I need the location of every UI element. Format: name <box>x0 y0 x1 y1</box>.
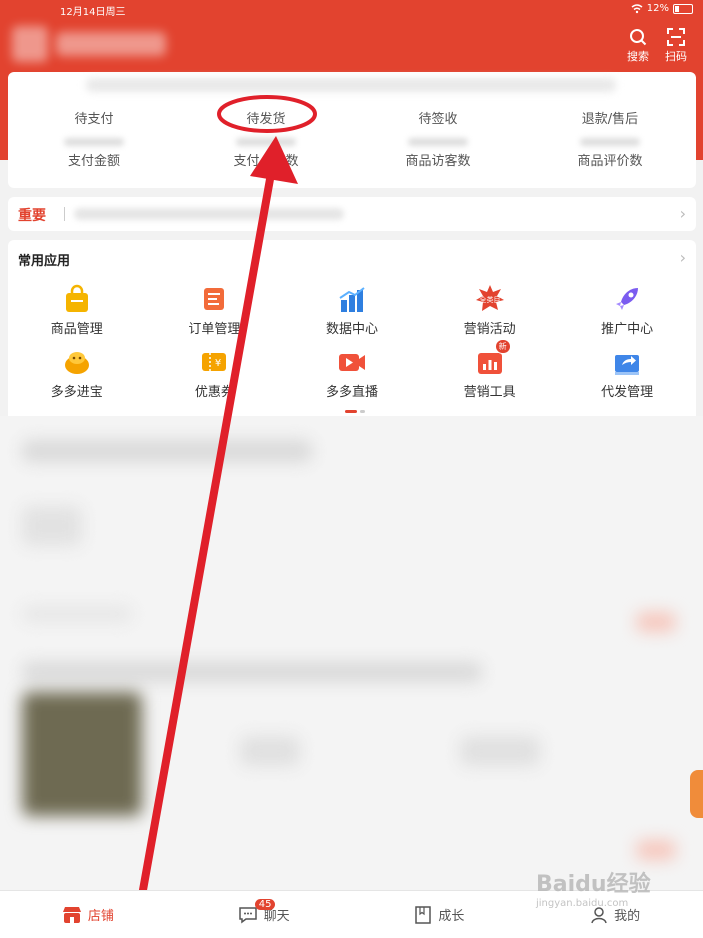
scan-button[interactable]: 扫码 <box>665 26 687 64</box>
search-label: 搜索 <box>627 50 649 63</box>
app-promotion-center[interactable]: 推广中心 <box>558 284 696 337</box>
app-label: 营销活动 <box>463 322 516 337</box>
baidu-watermark: Baidu经验 jingyan.baidu.com <box>536 872 651 909</box>
chevron-right-icon[interactable]: › <box>680 248 686 267</box>
app-dropship-management[interactable]: 代发管理 <box>558 347 696 400</box>
stat-pending-shipment[interactable]: 待发货 <box>180 108 352 127</box>
app-label: 多多进宝 <box>50 385 103 400</box>
shopping-bag-icon <box>62 284 92 314</box>
tab-chat[interactable]: 45 聊天 <box>176 891 352 938</box>
rocket-icon <box>612 284 642 314</box>
coupon-icon: ¥ <box>199 347 229 377</box>
tab-growth[interactable]: 成长 <box>352 891 528 938</box>
stat-refund-aftersale[interactable]: 退款/售后 <box>524 108 696 127</box>
common-apps-card: 常用应用 › 商品管理 订单管理 数据中心 全类目 营销活动 推广中心 多多进宝… <box>8 240 696 416</box>
search-button[interactable]: 搜索 <box>627 26 649 64</box>
tab-store[interactable]: 店铺 <box>0 891 176 938</box>
shop-name <box>56 32 166 56</box>
scan-label: 扫码 <box>665 50 687 63</box>
app-duoduo-live[interactable]: 多多直播 <box>283 347 421 400</box>
app-label: 数据中心 <box>325 322 378 337</box>
apps-grid: 商品管理 订单管理 数据中心 全类目 营销活动 推广中心 多多进宝 ¥ 优惠券 … <box>8 284 696 400</box>
shop-metrics-row: 支付金额 支付 数 商品访客数 商品评价数 <box>8 138 696 169</box>
app-duoduo-jinbao[interactable]: 多多进宝 <box>8 347 146 400</box>
app-marketing-activities[interactable]: 全类目 营销活动 <box>421 284 559 337</box>
blurred-counts <box>86 78 616 92</box>
new-badge: 新 <box>494 339 511 354</box>
app-label: 营销工具 <box>463 385 516 400</box>
metric-product-reviews[interactable]: 商品评价数 <box>524 138 696 169</box>
book-icon <box>415 905 432 924</box>
side-float-tab[interactable] <box>690 770 703 818</box>
notice-text-blurred <box>74 208 344 220</box>
apps-title: 常用应用 <box>18 254 71 269</box>
app-order-management[interactable]: 订单管理 <box>146 284 284 337</box>
shop-avatar[interactable] <box>12 26 48 62</box>
treasure-icon <box>62 347 92 377</box>
status-bar: 12月14日周三 12% <box>0 0 703 18</box>
battery-percent: 12% <box>646 3 669 14</box>
chevron-right-icon: › <box>679 204 686 223</box>
important-notice-bar[interactable]: 重要 › <box>8 197 696 231</box>
app-label: 推广中心 <box>601 322 654 337</box>
header-actions: 搜索 扫码 <box>627 26 687 64</box>
svg-text:¥: ¥ <box>215 358 221 369</box>
svg-text:全类目: 全类目 <box>479 295 500 304</box>
app-label: 商品管理 <box>50 322 103 337</box>
tab-label: 成长 <box>438 909 465 924</box>
app-data-center[interactable]: 数据中心 <box>283 284 421 337</box>
metric-payment-amount[interactable]: 支付金额 <box>8 138 180 169</box>
app-coupons[interactable]: ¥ 优惠券 <box>146 347 284 400</box>
app-product-management[interactable]: 商品管理 <box>8 284 146 337</box>
notice-label: 重要 <box>18 208 46 224</box>
marketing-tool-icon: 新 <box>475 339 511 377</box>
app-label: 订单管理 <box>188 322 241 337</box>
app-label: 多多直播 <box>325 385 378 400</box>
store-icon <box>62 906 81 923</box>
order-scroll-icon <box>199 284 229 314</box>
live-video-icon <box>337 347 367 377</box>
app-label: 代发管理 <box>601 385 654 400</box>
order-status-row: 待支付 待发货 待签收 退款/售后 <box>8 108 696 127</box>
page-indicator <box>345 410 365 413</box>
stat-pending-payment[interactable]: 待支付 <box>8 108 180 127</box>
chat-icon <box>238 906 257 923</box>
blurred-content-area <box>0 416 703 890</box>
stat-pending-receipt[interactable]: 待签收 <box>352 108 524 127</box>
search-icon <box>627 26 649 48</box>
bar-chart-icon <box>337 284 367 314</box>
promo-burst-icon: 全类目 <box>475 284 505 314</box>
metric-payment-count[interactable]: 支付 数 <box>180 138 352 169</box>
metric-product-visitors[interactable]: 商品访客数 <box>352 138 524 169</box>
tab-label: 店铺 <box>87 909 114 924</box>
app-marketing-tools[interactable]: 新 营销工具 <box>421 339 559 400</box>
status-time: 12月14日周三 <box>60 7 126 18</box>
scan-icon <box>665 26 687 48</box>
chat-unread-badge: 45 <box>254 899 276 910</box>
app-label: 优惠券 <box>194 385 234 400</box>
wifi-icon <box>631 3 643 13</box>
order-stats-card: 待支付 待发货 待签收 退款/售后 支付金额 支付 数 商品访客数 商品评价数 <box>8 72 696 188</box>
battery-icon <box>673 3 693 14</box>
status-right: 12% <box>631 3 693 14</box>
dropship-box-icon <box>612 347 642 377</box>
divider <box>64 207 65 221</box>
